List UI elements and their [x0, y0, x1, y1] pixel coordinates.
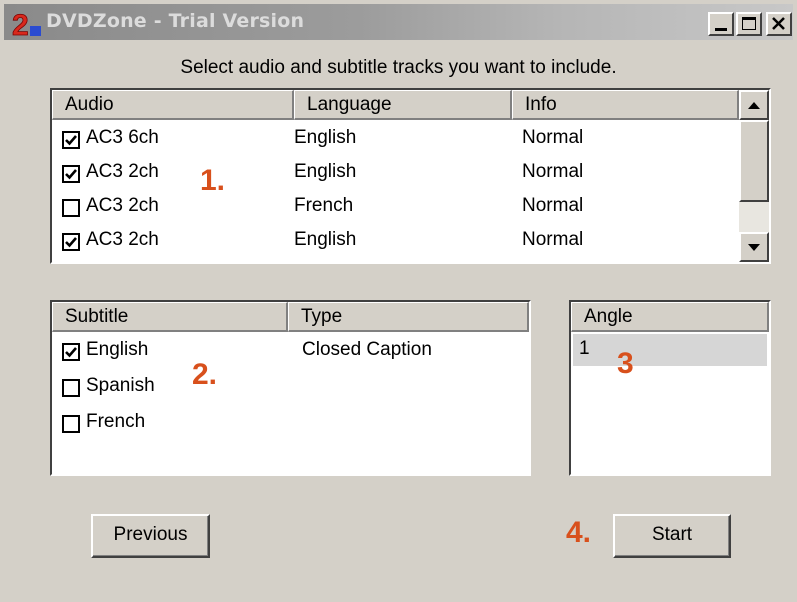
subtitle-track-row[interactable]: French	[52, 406, 529, 440]
checkmark-icon	[65, 169, 77, 180]
previous-button[interactable]: Previous	[91, 514, 210, 558]
audio-format: AC3 6ch	[86, 127, 159, 148]
angle-item[interactable]: 1	[573, 334, 767, 366]
audio-language: English	[294, 229, 357, 250]
marker-4: 4.	[566, 516, 592, 549]
info-column-header[interactable]: Info	[512, 90, 739, 120]
subtitle-track-checkbox[interactable]	[62, 343, 80, 361]
audio-track-row[interactable]: AC3 2ch English Normal	[52, 156, 739, 190]
subtitle-track-list[interactable]: Subtitle Type English Closed Caption Spani…	[50, 300, 531, 476]
checkmark-icon	[65, 135, 77, 146]
scroll-up-button[interactable]	[739, 90, 769, 120]
audio-info: Normal	[522, 229, 584, 250]
audio-language: French	[294, 195, 354, 216]
minimize-button[interactable]	[708, 12, 734, 36]
close-button[interactable]	[766, 12, 792, 36]
maximize-icon	[742, 17, 756, 30]
audio-track-checkbox[interactable]	[62, 233, 80, 251]
checkmark-icon	[65, 237, 77, 248]
minimize-icon	[715, 28, 727, 31]
audio-format: AC3 2ch	[86, 161, 159, 182]
subtitle-language: English	[86, 339, 149, 360]
svg-text:2: 2	[12, 9, 29, 38]
audio-language: English	[294, 127, 357, 148]
scroll-thumb[interactable]	[739, 120, 769, 202]
subtitle-language: French	[86, 411, 146, 432]
start-button[interactable]: Start	[613, 514, 731, 558]
audio-format: AC3 2ch	[86, 229, 159, 250]
audio-track-row[interactable]: AC3 2ch French Normal	[52, 190, 739, 224]
subtitle-track-checkbox[interactable]	[62, 415, 80, 433]
marker-1: 1.	[200, 164, 226, 197]
instruction-text: Select audio and subtitle tracks you wan…	[180, 57, 617, 78]
audio-track-row[interactable]: AC3 6ch English Normal	[52, 122, 739, 156]
angle-list[interactable]: Angle 1	[569, 300, 771, 476]
maximize-button[interactable]	[736, 12, 762, 36]
type-column-header[interactable]: Type	[288, 302, 529, 332]
angle-column-header[interactable]: Angle	[571, 302, 769, 332]
audio-track-checkbox[interactable]	[62, 199, 80, 217]
dvdzone-window: 2 DVDZone - Trial Version Select audio a…	[0, 0, 797, 602]
window-title: DVDZone - Trial Version	[46, 10, 305, 32]
audio-track-list[interactable]: Audio Language Info AC3 6ch English Normal…	[50, 88, 771, 264]
close-icon	[772, 17, 785, 30]
marker-2: 2.	[192, 358, 218, 391]
audio-format: AC3 2ch	[86, 195, 159, 216]
arrow-up-icon	[748, 102, 760, 109]
audio-column-header[interactable]: Audio	[52, 90, 294, 120]
scroll-down-button[interactable]	[739, 232, 769, 262]
subtitle-language: Spanish	[86, 375, 155, 396]
audio-info: Normal	[522, 127, 584, 148]
audio-language: English	[294, 161, 357, 182]
title-bar[interactable]: 2 DVDZone - Trial Version	[4, 4, 793, 40]
audio-track-row[interactable]: AC3 2ch English Normal	[52, 224, 739, 258]
app-logo-icon: 2	[12, 9, 41, 38]
subtitle-track-row[interactable]: Spanish	[52, 370, 529, 404]
subtitle-track-row[interactable]: English Closed Caption	[52, 334, 529, 368]
audio-info: Normal	[522, 195, 584, 216]
subtitle-type: Closed Caption	[302, 339, 432, 360]
audio-scrollbar[interactable]	[739, 90, 769, 262]
angle-item-label: 1	[579, 338, 590, 359]
checkmark-icon	[65, 347, 77, 358]
marker-3: 3	[617, 347, 634, 380]
audio-track-checkbox[interactable]	[62, 165, 80, 183]
arrow-down-icon	[748, 244, 760, 251]
audio-info: Normal	[522, 161, 584, 182]
subtitle-track-checkbox[interactable]	[62, 379, 80, 397]
language-column-header[interactable]: Language	[294, 90, 512, 120]
subtitle-column-header[interactable]: Subtitle	[52, 302, 288, 332]
audio-track-checkbox[interactable]	[62, 131, 80, 149]
